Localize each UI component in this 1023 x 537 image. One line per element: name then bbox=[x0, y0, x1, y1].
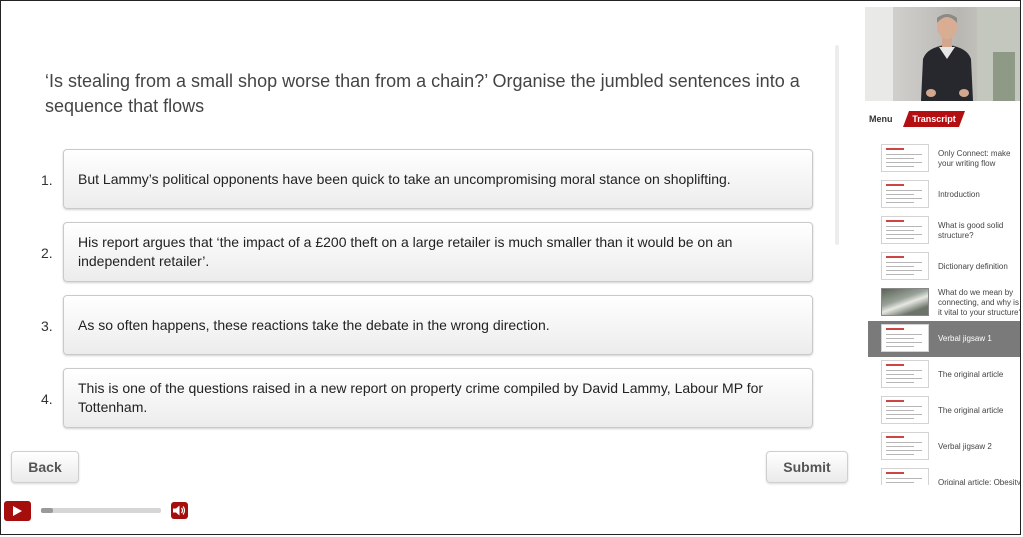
question-text: ‘Is stealing from a small shop worse tha… bbox=[45, 71, 800, 116]
sidebar: Menu Transcript Only Connect: make your … bbox=[863, 1, 1021, 534]
volume-button[interactable] bbox=[171, 502, 188, 519]
audio-player bbox=[1, 499, 863, 525]
draggable-sentence-card[interactable]: But Lammy’s political opponents have bee… bbox=[63, 149, 813, 209]
tab-transcript[interactable]: Transcript bbox=[903, 111, 965, 127]
slide-list-label: What do we mean by connecting, and why i… bbox=[938, 288, 1021, 317]
sentence-number: 3. bbox=[41, 318, 53, 334]
slide-thumbnail bbox=[881, 468, 929, 485]
draggable-sentence-card[interactable]: This is one of the questions raised in a… bbox=[63, 368, 813, 428]
progress-fill bbox=[41, 508, 53, 513]
slide-list[interactable]: Only Connect: make your writing flow Intr… bbox=[863, 139, 1021, 485]
slide-list-item[interactable]: What is good solid structure? bbox=[868, 213, 1020, 249]
play-icon bbox=[13, 506, 22, 516]
slide-list-label: Dictionary definition bbox=[938, 262, 1008, 271]
slide-list-label: Verbal jigsaw 2 bbox=[938, 442, 992, 451]
course-window: ‘Is stealing from a small shop worse tha… bbox=[0, 0, 1021, 535]
slide-list-item[interactable]: Verbal jigsaw 1 bbox=[868, 321, 1020, 357]
sidebar-tabs: Menu Transcript bbox=[863, 111, 1021, 129]
slide-thumbnail bbox=[881, 252, 929, 280]
slide-list-item[interactable]: What do we mean by connecting, and why i… bbox=[868, 285, 1021, 321]
sentence-row-1: 1. But Lammy’s political opponents have … bbox=[1, 149, 816, 211]
slide-list-item[interactable]: The original article bbox=[868, 357, 1020, 393]
slide-thumbnail bbox=[881, 360, 929, 388]
draggable-sentence-card[interactable]: As so often happens, these reactions tak… bbox=[63, 295, 813, 355]
content-scrollbar[interactable] bbox=[835, 45, 839, 245]
tab-menu[interactable]: Menu bbox=[869, 111, 893, 127]
slide-thumbnail bbox=[881, 144, 929, 172]
activity-panel: ‘Is stealing from a small shop worse tha… bbox=[1, 1, 863, 534]
slide-thumbnail bbox=[881, 324, 929, 352]
slide-thumbnail bbox=[881, 288, 929, 316]
slide-list-item[interactable]: Verbal jigsaw 2 bbox=[868, 429, 1020, 465]
back-button[interactable]: Back bbox=[11, 451, 79, 483]
sentence-row-2: 2. His report argues that ‘the impact of… bbox=[1, 222, 816, 284]
slide-list-item[interactable]: Introduction bbox=[868, 177, 1020, 213]
slide-thumbnail bbox=[881, 396, 929, 424]
slide-list-label: The original article bbox=[938, 406, 1004, 415]
slide-list-label: Verbal jigsaw 1 bbox=[938, 334, 992, 343]
sentence-number: 4. bbox=[41, 391, 53, 407]
sentence-row-4: 4. This is one of the questions raised i… bbox=[1, 368, 816, 430]
slide-thumbnail bbox=[881, 180, 929, 208]
slide-list-label: The original article bbox=[938, 370, 1004, 379]
slide-list-item[interactable]: Dictionary definition bbox=[868, 249, 1020, 285]
slide-list-item[interactable]: The original article bbox=[868, 393, 1020, 429]
presenter-video[interactable] bbox=[865, 7, 1020, 101]
progress-bar[interactable] bbox=[41, 508, 161, 513]
slide-list-label: Introduction bbox=[938, 190, 980, 199]
slide-list-item[interactable]: Original article: Obesity bbox=[868, 465, 1021, 485]
sentence-row-3: 3. As so often happens, these reactions … bbox=[1, 295, 816, 357]
play-button[interactable] bbox=[4, 501, 31, 521]
volume-icon bbox=[173, 505, 186, 516]
slide-list-label: Original article: Obesity bbox=[938, 478, 1021, 485]
slide-list-item[interactable]: Only Connect: make your writing flow bbox=[868, 141, 1020, 177]
slide-list-label: Only Connect: make your writing flow bbox=[938, 149, 1011, 168]
slide-thumbnail bbox=[881, 432, 929, 460]
sentence-number: 1. bbox=[41, 172, 53, 188]
submit-button[interactable]: Submit bbox=[766, 451, 848, 483]
presenter-figure bbox=[865, 7, 1020, 101]
slide-list-label: What is good solid structure? bbox=[938, 221, 1004, 240]
slide-thumbnail bbox=[881, 216, 929, 244]
sentence-number: 2. bbox=[41, 245, 53, 261]
draggable-sentence-card[interactable]: His report argues that ‘the impact of a … bbox=[63, 222, 813, 282]
